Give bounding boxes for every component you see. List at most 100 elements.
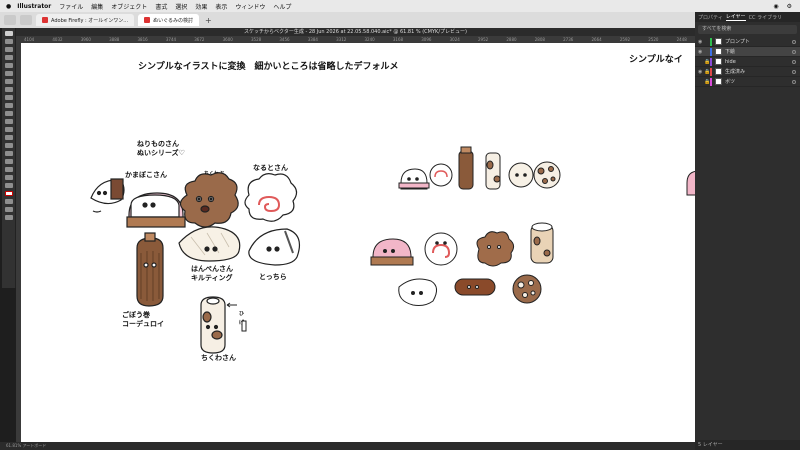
sidebar-toggle-button[interactable]	[4, 15, 16, 25]
ruler-tick: 3528	[251, 37, 262, 42]
layer-thumbnail	[715, 68, 722, 75]
ruler-tick: 3312	[336, 37, 347, 42]
shape-builder-icon[interactable]	[4, 151, 13, 156]
eraser-icon[interactable]	[4, 111, 13, 116]
vector-gobou-lying	[454, 278, 496, 296]
sketch-hanpen	[178, 226, 241, 262]
edit-toolbar-icon[interactable]	[4, 215, 13, 220]
menu-edit[interactable]: 編集	[91, 2, 103, 11]
width-tool-icon[interactable]	[4, 135, 13, 140]
line-tool-icon[interactable]	[4, 79, 13, 84]
vector-partial-kamaboko	[686, 170, 695, 196]
direct-selection-tool-icon[interactable]	[4, 39, 13, 44]
sketch-kamaboko	[126, 192, 186, 228]
visibility-icon[interactable]: ◉	[698, 49, 704, 55]
menu-object[interactable]: オブジェクト	[111, 2, 147, 11]
zoom-tool-icon[interactable]	[4, 183, 13, 188]
layer-row[interactable]: 🔒 hide	[695, 57, 800, 67]
menu-file[interactable]: ファイル	[59, 2, 83, 11]
rectangle-tool-icon[interactable]	[4, 87, 13, 92]
vector-gobou-small	[458, 146, 474, 190]
ruler-tick: 3096	[421, 37, 432, 42]
magic-wand-icon[interactable]	[4, 47, 13, 52]
target-icon[interactable]	[792, 79, 796, 84]
menu-view[interactable]: 表示	[215, 2, 227, 11]
target-icon[interactable]	[792, 69, 796, 74]
vector-kamaboko	[370, 238, 414, 266]
panel-tabs: プロパティ レイヤー CC ライブラリ	[695, 12, 800, 22]
screen-mode-icon[interactable]	[4, 207, 13, 212]
app-name[interactable]: Illustrator	[17, 3, 51, 10]
layer-row[interactable]: ◉ プロンプト	[695, 37, 800, 47]
target-icon[interactable]	[792, 39, 796, 44]
ruler-tick: 4032	[52, 37, 63, 42]
layer-thumbnail	[715, 48, 722, 55]
menu-help[interactable]: ヘルプ	[273, 2, 291, 11]
ruler-tick: 3600	[222, 37, 233, 42]
menu-select[interactable]: 選択	[175, 2, 187, 11]
sketch-naruto	[244, 173, 298, 222]
layer-row[interactable]: ◉ 🔒 生成済み	[695, 67, 800, 77]
draw-mode-icon[interactable]	[4, 199, 13, 204]
ruler-tick: 3888	[109, 37, 120, 42]
eyedropper-icon[interactable]	[4, 167, 13, 172]
visibility-icon[interactable]: ◉	[698, 39, 704, 45]
layer-color-swatch	[710, 77, 712, 86]
tab-layers[interactable]: レイヤー	[725, 13, 746, 21]
document-tab-bar: Adobe Firefly : オールインワン... ぬいぐるみの検討 +	[0, 12, 695, 28]
layer-row[interactable]: 🔒 ボツ	[695, 77, 800, 87]
tab-firefly[interactable]: Adobe Firefly : オールインワン...	[36, 14, 135, 26]
vector-naruto	[424, 232, 458, 266]
new-tab-button[interactable]: +	[205, 16, 212, 25]
layer-color-swatch	[710, 47, 712, 56]
menu-window[interactable]: ウィンドウ	[235, 2, 265, 11]
sketch-gobou-maki	[136, 232, 164, 307]
layer-row[interactable]: ◉ 下絵	[695, 47, 800, 57]
menu-bar: ● Illustrator ファイル 編集 オブジェクト 書式 選択 効果 表示…	[0, 0, 800, 12]
fill-stroke-icon[interactable]	[4, 191, 13, 196]
vector-dotted-round	[533, 161, 561, 189]
control-center-icon[interactable]: ⚙	[787, 3, 792, 10]
type-tool-icon[interactable]	[4, 71, 13, 76]
ruler-tick: 2520	[648, 37, 659, 42]
vector-naruto-small	[429, 163, 453, 187]
panel-footer: 5 レイヤー	[695, 440, 800, 450]
pen-tool-icon[interactable]	[4, 55, 13, 60]
vector-chikuwa	[530, 222, 554, 264]
curvature-tool-icon[interactable]	[4, 63, 13, 68]
ruler-tick: 4104	[24, 37, 35, 42]
ruler-tick: 2448	[676, 37, 687, 42]
ruler-tick: 3024	[449, 37, 460, 42]
apple-icon[interactable]: ●	[6, 3, 11, 10]
tab-cc-libraries[interactable]: CC ライブラリ	[749, 14, 783, 21]
ruler-tick: 2808	[534, 37, 545, 42]
menu-type[interactable]: 書式	[155, 2, 167, 11]
status-icon[interactable]: ◉	[773, 3, 778, 10]
menu-effect[interactable]: 効果	[195, 2, 207, 11]
adobe-icon	[144, 17, 151, 23]
tab-label: Adobe Firefly : オールインワン...	[51, 17, 129, 24]
tab-plush-study[interactable]: ぬいぐるみの検討	[138, 14, 199, 26]
layers-search-input[interactable]: すべてを検索	[698, 25, 797, 34]
layer-name: hide	[725, 58, 736, 65]
pencil-icon[interactable]	[4, 103, 13, 108]
ruler-tick: 3456	[279, 37, 290, 42]
ruler-tick: 3960	[80, 37, 91, 42]
gradient-tool-icon[interactable]	[4, 159, 13, 164]
paintbrush-icon[interactable]	[4, 95, 13, 100]
free-transform-icon[interactable]	[4, 143, 13, 148]
layer-color-swatch	[710, 57, 712, 66]
sketch-chikuwabu	[179, 172, 239, 228]
scale-tool-icon[interactable]	[4, 127, 13, 132]
ruler-tick: 3384	[307, 37, 318, 42]
ruler-tick: 2952	[478, 37, 489, 42]
target-icon[interactable]	[792, 49, 796, 54]
dropdown-button[interactable]	[20, 15, 32, 25]
target-icon[interactable]	[792, 59, 796, 64]
ruler-tick: 2592	[619, 37, 631, 42]
hand-tool-icon[interactable]	[4, 175, 13, 180]
rotate-tool-icon[interactable]	[4, 119, 13, 124]
selection-tool-icon[interactable]	[4, 31, 13, 36]
artboard-canvas[interactable]: シンプルなイラストに変換 細かいところは省略したデフォルメ シンプルなイ ねりも…	[21, 43, 695, 442]
tab-properties[interactable]: プロパティ	[698, 14, 723, 21]
